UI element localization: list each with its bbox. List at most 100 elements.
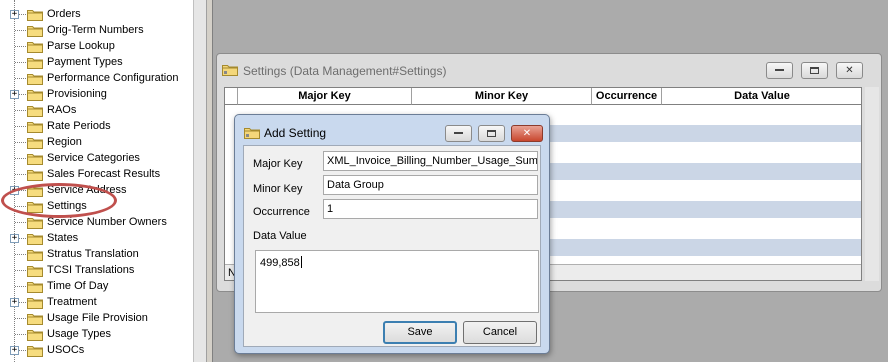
folder-icon xyxy=(27,42,43,53)
tree-connector xyxy=(15,78,26,79)
expand-icon[interactable]: + xyxy=(10,90,19,99)
tree-connector xyxy=(15,126,26,127)
major-key-label: Major Key xyxy=(253,158,303,170)
folder-icon xyxy=(27,74,43,85)
folder-icon xyxy=(27,234,43,245)
tree-item-service-categories[interactable]: Service Categories xyxy=(0,150,193,166)
tree-item-label: Service Number Owners xyxy=(47,216,167,228)
tree-item-usage-file-provision[interactable]: Usage File Provision xyxy=(0,310,193,326)
save-button[interactable]: Save xyxy=(383,321,457,344)
close-button[interactable]: ✕ xyxy=(836,62,863,79)
tree-connector xyxy=(15,286,26,287)
maximize-icon xyxy=(487,129,496,137)
tree-item-payment-types[interactable]: Payment Types xyxy=(0,54,193,70)
folder-icon xyxy=(27,266,43,277)
folder-icon xyxy=(27,330,43,341)
tree-item-states[interactable]: + States xyxy=(0,230,193,246)
folder-settings-icon xyxy=(244,128,260,139)
column-header-data-value[interactable]: Data Value xyxy=(662,88,861,105)
tree-item-service-address[interactable]: + Service Address xyxy=(0,182,193,198)
tree-connector xyxy=(15,158,26,159)
folder-icon xyxy=(27,298,43,309)
tree-item-label: Orders xyxy=(47,8,81,20)
tree-connector xyxy=(15,110,26,111)
folder-icon xyxy=(27,202,43,213)
tree-item-label: Service Categories xyxy=(47,152,140,164)
tree-item-label: Service Address xyxy=(47,184,127,196)
tree-item-label: Provisioning xyxy=(47,88,107,100)
tree-connector xyxy=(15,222,26,223)
tree-item-usocs[interactable]: + USOCs xyxy=(0,342,193,358)
dialog-close-button[interactable]: ✕ xyxy=(511,125,543,142)
tree-item-stratus-translation[interactable]: Stratus Translation xyxy=(0,246,193,262)
tree-item-region[interactable]: Region xyxy=(0,134,193,150)
expand-icon[interactable]: + xyxy=(10,186,19,195)
tree-connector xyxy=(15,270,26,271)
expand-icon[interactable]: + xyxy=(10,346,19,355)
tree-item-label: Sales Forecast Results xyxy=(47,168,161,180)
tree-item-label: Treatment xyxy=(47,296,97,308)
tree-item-label: USOCs xyxy=(47,344,85,356)
column-header-major-key[interactable]: Major Key xyxy=(238,88,412,105)
folder-icon xyxy=(27,314,43,325)
tree-item-usage-types[interactable]: Usage Types xyxy=(0,326,193,342)
tree-item-orders[interactable]: + Orders xyxy=(0,6,193,22)
folder-icon xyxy=(27,170,43,181)
folder-settings-icon xyxy=(222,65,238,76)
tree-connector xyxy=(15,62,26,63)
settings-scrollbar[interactable] xyxy=(865,87,879,281)
dialog-minimize-button[interactable] xyxy=(445,125,472,142)
cancel-button[interactable]: Cancel xyxy=(463,321,537,344)
tree-item-performance-configuration[interactable]: Performance Configuration xyxy=(0,70,193,86)
tree-item-label: TCSI Translations xyxy=(47,264,135,276)
data-value-label: Data Value xyxy=(253,230,307,242)
add-setting-dialog: Add Setting ✕ Major Key XML_Invoice_Bill… xyxy=(234,114,550,354)
folder-icon xyxy=(27,250,43,261)
dialog-maximize-button[interactable] xyxy=(478,125,505,142)
folder-icon xyxy=(27,58,43,69)
data-value-textarea[interactable]: 499,858 xyxy=(255,250,539,313)
grid-corner xyxy=(225,88,238,105)
tree-item-settings[interactable]: Settings xyxy=(0,198,193,214)
panel-splitter[interactable] xyxy=(207,0,213,362)
tree-item-treatment[interactable]: + Treatment xyxy=(0,294,193,310)
folder-icon xyxy=(27,154,43,165)
expand-icon[interactable]: + xyxy=(10,234,19,243)
expand-icon[interactable]: + xyxy=(10,10,19,19)
settings-window-titlebar[interactable]: Settings (Data Management#Settings) ✕ xyxy=(217,54,881,84)
settings-window-title: Settings (Data Management#Settings) xyxy=(243,64,447,78)
folder-icon xyxy=(27,186,43,197)
tree-item-label: Orig-Term Numbers xyxy=(47,24,144,36)
tree-item-provisioning[interactable]: + Provisioning xyxy=(0,86,193,102)
maximize-icon xyxy=(810,66,819,74)
tree-item-parse-lookup[interactable]: Parse Lookup xyxy=(0,38,193,54)
column-header-minor-key[interactable]: Minor Key xyxy=(412,88,592,105)
tree-item-tcsi-translations[interactable]: TCSI Translations xyxy=(0,262,193,278)
close-icon: ✕ xyxy=(845,65,854,76)
tree-item-raos[interactable]: RAOs xyxy=(0,102,193,118)
column-header-occurrence[interactable]: Occurrence xyxy=(592,88,662,105)
tree-item-label: RAOs xyxy=(47,104,77,116)
tree-item-time-of-day[interactable]: Time Of Day xyxy=(0,278,193,294)
tree-connector xyxy=(15,30,26,31)
minimize-icon xyxy=(454,132,463,135)
tree-connector xyxy=(15,142,26,143)
tree-item-service-number-owners[interactable]: Service Number Owners xyxy=(0,214,193,230)
tree-item-rate-periods[interactable]: Rate Periods xyxy=(0,118,193,134)
maximize-button[interactable] xyxy=(801,62,828,79)
data-value-text: 499,858 xyxy=(260,257,300,269)
expand-icon[interactable]: + xyxy=(10,298,19,307)
tree-connector xyxy=(15,334,26,335)
minor-key-field[interactable]: Data Group xyxy=(323,175,538,195)
tree-item-label: Stratus Translation xyxy=(47,248,139,260)
folder-icon xyxy=(27,218,43,229)
tree-item-label: Parse Lookup xyxy=(47,40,115,52)
minimize-button[interactable] xyxy=(766,62,793,79)
tree-item-sales-forecast-results[interactable]: Sales Forecast Results xyxy=(0,166,193,182)
tree-item-orig-term-numbers[interactable]: Orig-Term Numbers xyxy=(0,22,193,38)
tree-scrollbar[interactable] xyxy=(193,0,207,362)
text-caret xyxy=(300,256,302,268)
major-key-field[interactable]: XML_Invoice_Billing_Number_Usage_Summ xyxy=(323,151,538,171)
tree-item-label: Performance Configuration xyxy=(47,72,179,84)
occurrence-field[interactable]: 1 xyxy=(323,199,538,219)
